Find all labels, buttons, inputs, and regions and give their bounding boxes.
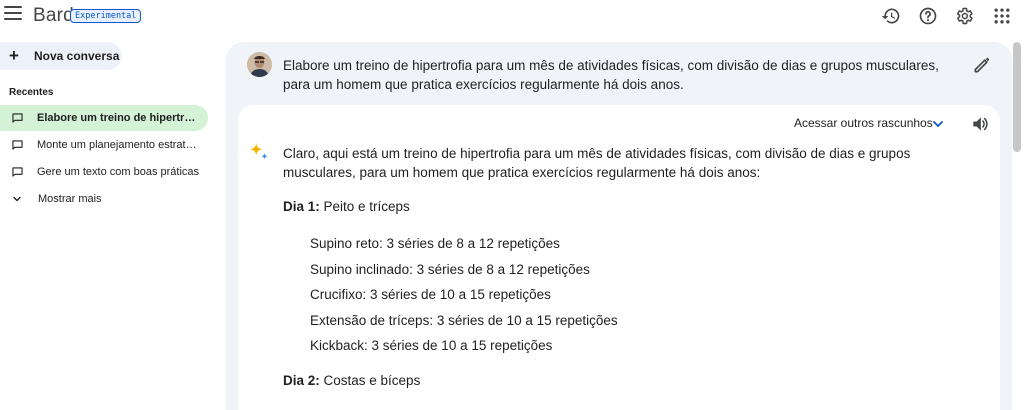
recent-chat-label: Elabore um treino de hipertrofia xyxy=(37,112,201,124)
recent-chat-item[interactable]: Monte um planejamento estratégico xyxy=(0,132,208,158)
list-item: Extensão de tríceps: 3 séries de 10 a 15… xyxy=(310,312,618,328)
show-more-label: Mostrar mais xyxy=(38,193,102,205)
menu-icon[interactable] xyxy=(4,6,22,20)
chevron-down-icon[interactable] xyxy=(931,117,945,131)
list-item: Crucifixo: 3 séries de 10 a 15 repetiçõe… xyxy=(310,287,551,302)
new-chat-button[interactable]: + Nova conversa xyxy=(0,42,122,70)
help-icon[interactable] xyxy=(918,6,938,26)
new-chat-label: Nova conversa xyxy=(34,49,120,63)
day-heading-prefix: Dia 1: xyxy=(283,199,320,214)
exercise-list: Supino reto: 3 séries de 8 a 12 repetiçõ… xyxy=(310,234,618,362)
list-item: Kickback: 3 séries de 10 a 15 repetições xyxy=(310,338,553,353)
scrollbar[interactable] xyxy=(1013,42,1021,152)
chevron-down-icon xyxy=(13,196,21,202)
day-heading: Dia 1: Peito e tríceps xyxy=(283,199,410,214)
day-heading: Dia 2: Costas e bíceps xyxy=(283,373,420,388)
chat-bubble-icon xyxy=(12,167,23,177)
day-heading-title: Peito e tríceps xyxy=(319,199,410,214)
list-item: Supino inclinado: 3 séries de 8 a 12 rep… xyxy=(310,261,590,277)
show-more-button[interactable]: Mostrar mais xyxy=(0,186,208,212)
recent-chat-item[interactable]: Elabore um treino de hipertrofia xyxy=(0,105,208,131)
response-intro: Claro, aqui está um treino de hipertrofi… xyxy=(283,146,911,180)
edit-icon[interactable] xyxy=(972,55,992,75)
user-avatar xyxy=(247,52,272,77)
chat-bubble-icon xyxy=(12,140,23,150)
top-bar: Bard Experimental xyxy=(0,0,1024,34)
bard-sparkle-icon xyxy=(249,142,268,160)
recent-chat-label: Monte um planejamento estratégico xyxy=(37,139,201,151)
apps-icon[interactable] xyxy=(992,6,1012,26)
experimental-badge: Experimental xyxy=(70,9,142,23)
recent-chat-item[interactable]: Gere um texto com boas práticas xyxy=(0,159,208,185)
drafts-toggle[interactable]: Acessar outros rascunhos xyxy=(794,116,933,130)
conversation-panel: Elabore um treino de hipertrofia para um… xyxy=(226,42,1012,410)
chat-bubble-icon xyxy=(12,113,23,123)
speaker-icon[interactable] xyxy=(970,114,990,134)
recent-chat-label: Gere um texto com boas práticas xyxy=(37,166,200,178)
list-item: Supino reto: 3 séries de 8 a 12 repetiçõ… xyxy=(310,236,560,251)
brand-logo: Bard xyxy=(33,5,74,26)
sidebar: + Nova conversa Recentes Elabore um trei… xyxy=(0,34,220,410)
response-card: Acessar outros rascunhos Claro, aqui est… xyxy=(238,105,1000,410)
day-heading-prefix: Dia 2: xyxy=(283,373,320,388)
plus-icon: + xyxy=(9,46,19,65)
user-prompt: Elabore um treino de hipertrofia para um… xyxy=(283,58,939,92)
settings-icon[interactable] xyxy=(954,6,974,26)
recent-section-title: Recentes xyxy=(9,87,54,98)
history-icon[interactable] xyxy=(881,6,901,26)
day-heading-title: Costas e bíceps xyxy=(319,373,421,388)
